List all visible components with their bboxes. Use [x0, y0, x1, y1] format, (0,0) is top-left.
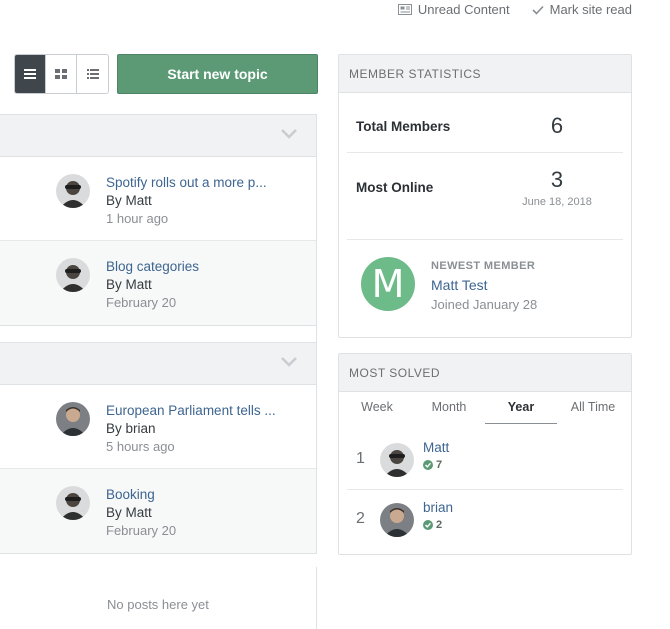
avatar[interactable]: [380, 443, 414, 477]
table-view-button[interactable]: [15, 55, 46, 93]
unread-content-label: Unread Content: [417, 2, 510, 17]
most-online-label: Most Online: [356, 180, 434, 195]
newest-member-label: NEWEST MEMBER: [431, 260, 536, 272]
total-members-label: Total Members: [356, 119, 451, 134]
topic-time: 5 hours ago: [106, 439, 175, 454]
avatar[interactable]: [56, 486, 90, 520]
solved-count-value: 7: [436, 459, 443, 471]
leader-name-link[interactable]: brian: [423, 500, 453, 515]
topic-row: European Parliament tells ... By brian 5…: [0, 385, 316, 469]
start-new-topic-button[interactable]: Start new topic: [117, 54, 318, 94]
most-online-date: June 18, 2018: [522, 196, 592, 208]
leaderboard-row: 2 brian 2: [347, 490, 623, 550]
forum-block: European Parliament tells ... By brian 5…: [0, 342, 317, 554]
topic-author: By Matt: [106, 505, 152, 520]
solved-count: 2: [423, 519, 442, 531]
avatar[interactable]: [56, 402, 90, 436]
tab-year[interactable]: Year: [485, 392, 557, 424]
topic-row: Blog categories By Matt February 20: [0, 241, 316, 325]
topic-row: Booking By Matt February 20: [0, 469, 316, 553]
newest-member: M NEWEST MEMBER Matt Test Joined January…: [339, 240, 631, 330]
detailed-list-icon: [86, 69, 99, 79]
chevron-down-icon[interactable]: [280, 128, 298, 139]
avatar[interactable]: [380, 503, 414, 537]
rank-number: 2: [356, 510, 365, 527]
topic-time: 1 hour ago: [106, 211, 169, 226]
topic-title-link[interactable]: Blog categories: [106, 259, 281, 274]
solved-count: 7: [423, 459, 442, 471]
list-view-button[interactable]: [77, 55, 108, 93]
topic-author: By Matt: [106, 277, 152, 292]
topic-title-link[interactable]: European Parliament tells ...: [106, 403, 281, 418]
tab-week[interactable]: Week: [341, 392, 413, 424]
widget-header: MEMBER STATISTICS: [339, 55, 631, 93]
list-lines-icon: [24, 69, 36, 79]
avatar[interactable]: [56, 174, 90, 208]
total-members-row: Total Members 6: [347, 93, 623, 153]
mark-site-read-link[interactable]: Mark site read: [532, 2, 632, 17]
rank-number: 1: [356, 450, 365, 467]
forum-header: [0, 343, 316, 385]
most-online-value: 3: [550, 167, 564, 192]
leaderboard-row: 1 Matt 7: [347, 430, 623, 490]
topic-time: February 20: [106, 523, 177, 538]
topic-time: February 20: [106, 295, 177, 310]
topic-author: By Matt: [106, 193, 152, 208]
tab-month[interactable]: Month: [413, 392, 485, 424]
newest-member-name-link[interactable]: Matt Test: [431, 277, 488, 293]
column-divider: [0, 325, 317, 343]
widget-header: MOST SOLVED: [339, 354, 631, 392]
newest-member-avatar[interactable]: M: [361, 257, 415, 311]
tab-all-time[interactable]: All Time: [557, 392, 629, 424]
forum-header: [0, 115, 316, 157]
solved-count-value: 2: [436, 519, 443, 531]
leader-name-link[interactable]: Matt: [423, 440, 449, 455]
avatar[interactable]: [56, 258, 90, 292]
member-statistics-widget: MEMBER STATISTICS Total Members 6 Most O…: [338, 54, 632, 338]
top-links: Unread Content Mark site read: [397, 2, 632, 17]
no-posts-message: No posts here yet: [107, 597, 209, 612]
topic-author: By brian: [106, 421, 156, 436]
solved-check-icon: [423, 460, 433, 470]
newest-member-joined: Joined January 28: [431, 297, 538, 312]
topic-title-link[interactable]: Spotify rolls out a more p...: [106, 175, 281, 190]
topic-row: Spotify rolls out a more p... By Matt 1 …: [0, 157, 316, 241]
checkmark-icon: [532, 5, 544, 15]
forum-block: Spotify rolls out a more p... By Matt 1 …: [0, 114, 317, 326]
grid-view-button[interactable]: [46, 55, 77, 93]
mark-site-read-label: Mark site read: [549, 2, 632, 17]
solved-check-icon: [423, 520, 433, 530]
time-range-tabs: Week Month Year All Time: [341, 392, 629, 424]
chevron-down-icon[interactable]: [280, 356, 298, 367]
newspaper-icon: [397, 4, 412, 15]
most-online-row: Most Online 3 June 18, 2018: [347, 153, 623, 240]
topic-title-link[interactable]: Booking: [106, 487, 281, 502]
grid-icon: [55, 69, 67, 79]
view-toggle-group: [14, 54, 109, 94]
most-solved-widget: MOST SOLVED Week Month Year All Time 1 M…: [338, 353, 632, 555]
total-members-value: 6: [550, 113, 564, 138]
unread-content-link[interactable]: Unread Content: [397, 2, 510, 17]
